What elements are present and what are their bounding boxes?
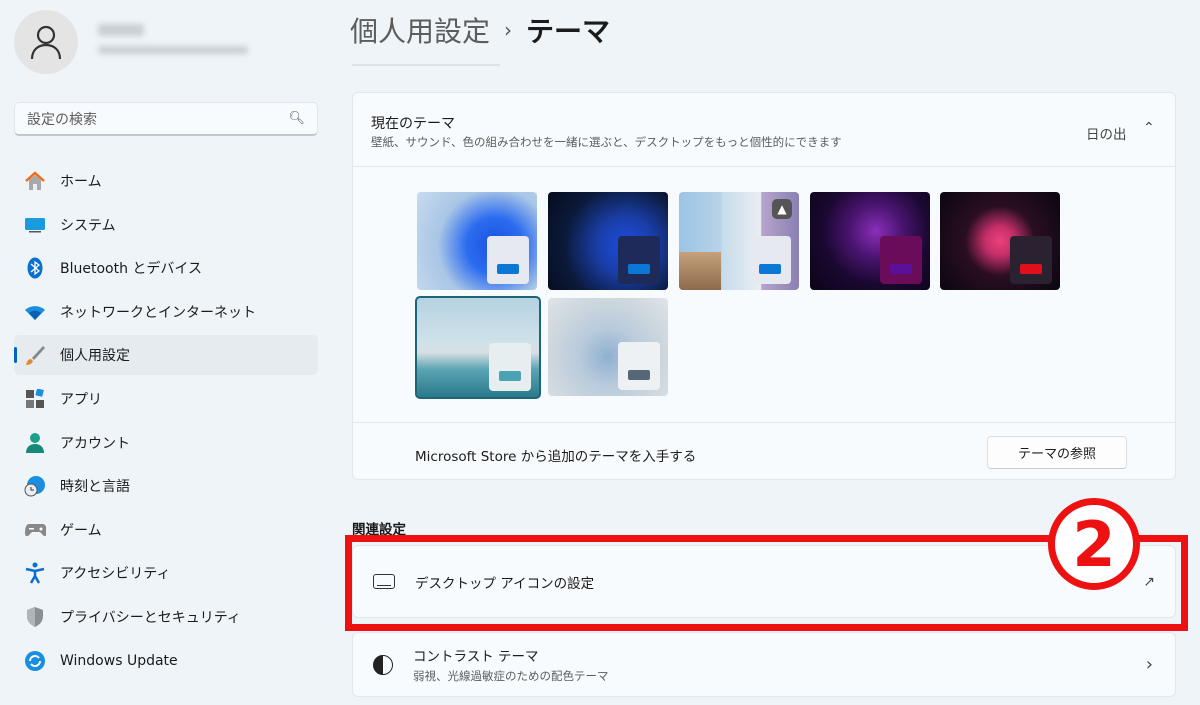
shield-icon	[24, 606, 46, 628]
theme-thumbnail-captured-motion[interactable]	[940, 192, 1060, 290]
sidebar-item-label: 時刻と言語	[60, 479, 130, 496]
apps-icon	[24, 388, 46, 410]
page-title: テーマ	[526, 15, 611, 48]
sidebar-item-label: アカウント	[60, 435, 130, 452]
breadcrumb: 個人用設定 › テーマ	[350, 10, 610, 50]
breadcrumb-separator: ›	[504, 18, 513, 42]
account-icon	[24, 432, 46, 454]
user-name-blurred	[98, 24, 144, 36]
scroll-divider	[352, 64, 500, 66]
sidebar-item-8[interactable]: ゲーム	[14, 510, 318, 550]
current-theme-header[interactable]: 現在のテーマ 壁紙、サウンド、色の組み合わせを一緒に選ぶと、デスクトップをもっと…	[353, 93, 1175, 167]
sidebar-item-2[interactable]: Bluetooth とデバイス	[14, 248, 318, 288]
divider	[352, 422, 1176, 423]
settings-search-input[interactable]: 設定の検索 🔍︎	[14, 102, 318, 136]
sidebar-item-1[interactable]: システム	[14, 205, 318, 245]
sidebar-item-0[interactable]: ホーム	[14, 161, 318, 201]
update-icon	[24, 650, 46, 672]
active-indicator	[14, 347, 17, 364]
sidebar-item-4[interactable]: 個人用設定	[14, 335, 318, 376]
theme-thumbnail-windows-dark[interactable]	[548, 192, 668, 290]
sidebar-item-3[interactable]: ネットワークとインターネット	[14, 292, 318, 332]
search-icon: 🔍︎	[288, 111, 305, 126]
theme-thumbnail-windows-light[interactable]	[417, 192, 537, 290]
sidebar-item-6[interactable]: アカウント	[14, 423, 318, 463]
theme-thumbnail-flow[interactable]	[548, 298, 668, 396]
user-email-blurred	[98, 46, 248, 54]
current-theme-value: 日の出	[1086, 127, 1127, 143]
sidebar-item-label: ホーム	[60, 174, 102, 190]
home-icon	[24, 170, 46, 192]
theme-thumbnail-spotlight[interactable]: ▲	[679, 192, 799, 290]
time-language-icon	[24, 475, 46, 497]
sidebar-item-7[interactable]: 時刻と言語	[14, 466, 318, 506]
brush-icon	[24, 344, 46, 366]
bluetooth-icon	[24, 257, 46, 279]
sidebar-item-10[interactable]: プライバシーとセキュリティ	[14, 597, 318, 637]
accessibility-icon	[24, 562, 46, 585]
annotation-number-badge: ②2	[1048, 498, 1140, 590]
sidebar-item-9[interactable]: アクセシビリティ	[14, 553, 318, 593]
sidebar-item-5[interactable]: アプリ	[14, 379, 318, 419]
system-icon	[24, 214, 46, 236]
sidebar-item-label: アクセシビリティ	[60, 566, 171, 583]
gamepad-icon	[24, 519, 46, 541]
sidebar-item-label: 個人用設定	[60, 348, 130, 365]
sidebar-item-label: アプリ	[60, 392, 102, 408]
sidebar-item-11[interactable]: Windows Update	[14, 641, 318, 681]
contrast-themes-description: 弱視、光線過敏症のための配色テーマ	[413, 669, 609, 683]
spotlight-icon: ▲	[772, 199, 792, 219]
store-text: Microsoft Store から追加のテーマを入手する	[415, 449, 697, 465]
search-placeholder: 設定の検索	[27, 111, 97, 128]
sidebar-item-label: プライバシーとセキュリティ	[60, 610, 241, 626]
sidebar-item-label: ゲーム	[60, 522, 102, 539]
sidebar-item-label: Bluetooth とデバイス	[60, 261, 202, 278]
user-icon	[30, 25, 62, 60]
sidebar-item-label: Windows Update	[60, 652, 178, 669]
theme-thumbnail-sunrise-selected[interactable]	[415, 296, 541, 399]
theme-thumbnail-glow[interactable]	[810, 192, 930, 290]
sidebar-item-label: システム	[60, 217, 116, 234]
contrast-icon	[373, 654, 393, 675]
sidebar-item-label: ネットワークとインターネット	[60, 304, 256, 321]
breadcrumb-parent[interactable]: 個人用設定	[350, 10, 490, 50]
chevron-up-icon[interactable]: ⌃	[1143, 120, 1155, 136]
current-theme-title: 現在のテーマ	[371, 116, 455, 132]
avatar[interactable]	[14, 10, 78, 74]
chevron-right-icon: ›	[1145, 654, 1153, 675]
contrast-themes-title: コントラスト テーマ	[413, 649, 539, 665]
contrast-themes-row[interactable]: コントラスト テーマ 弱視、光線過敏症のための配色テーマ ›	[352, 632, 1176, 697]
browse-themes-button[interactable]: テーマの参照	[987, 436, 1127, 469]
wifi-icon	[24, 301, 46, 323]
current-theme-description: 壁紙、サウンド、色の組み合わせを一緒に選ぶと、デスクトップをもっと個性的にできま…	[371, 135, 842, 149]
